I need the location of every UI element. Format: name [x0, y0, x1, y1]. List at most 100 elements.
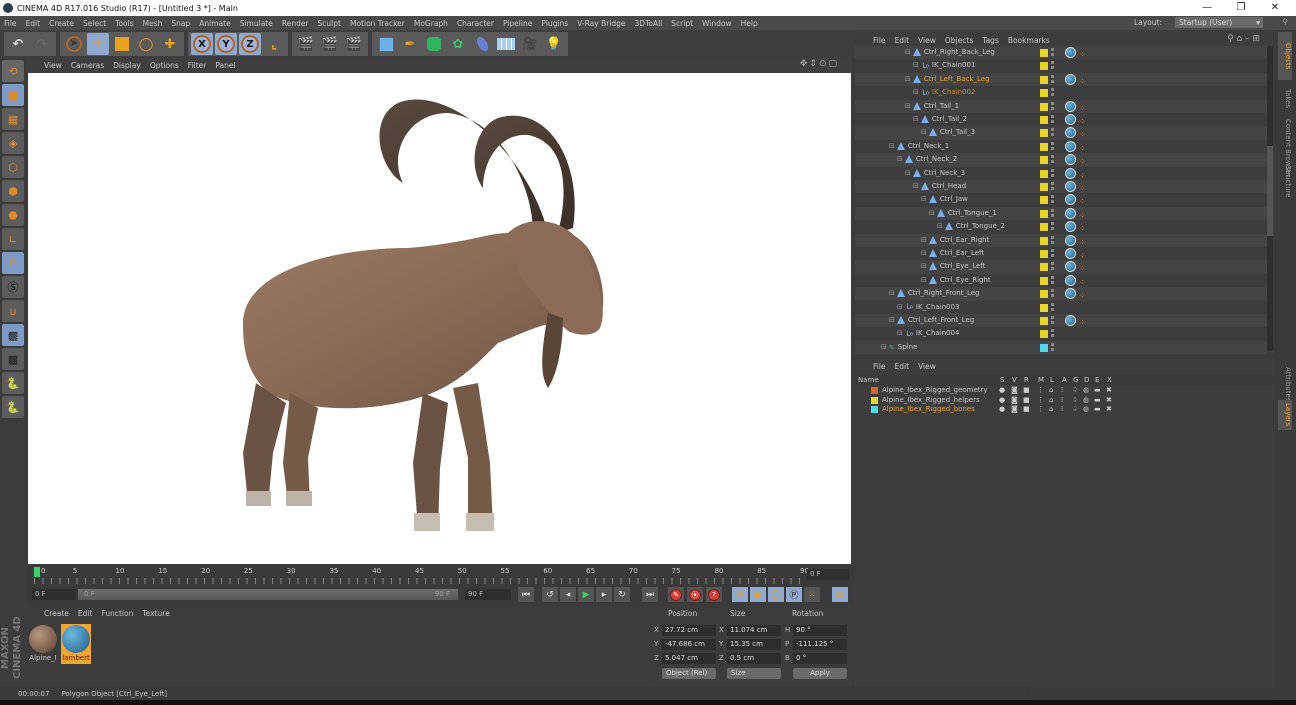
- keyframe-selection-icon[interactable]: ?: [706, 587, 722, 602]
- object-row[interactable]: ⊟ Ctrl_Tongue_2 ⁘: [855, 220, 1267, 234]
- menu-snap[interactable]: Snap: [171, 19, 190, 28]
- material-tag-icon[interactable]: [1065, 167, 1076, 179]
- key-scale-icon[interactable]: ▣: [750, 587, 766, 602]
- visibility-dots[interactable]: [1051, 61, 1054, 71]
- layer-color-swatch[interactable]: [1040, 223, 1048, 232]
- next-key-icon[interactable]: ↻: [614, 587, 630, 602]
- material-tag-icon[interactable]: [1065, 127, 1076, 139]
- viewport-menu-panel[interactable]: Panel: [215, 61, 235, 70]
- menu-render[interactable]: Render: [282, 19, 309, 28]
- expand-toggle-icon[interactable]: ⊟: [889, 316, 895, 324]
- viewport-nav-icons[interactable]: ✥⇕⊙▢: [800, 59, 839, 69]
- layer-color-swatch[interactable]: [1040, 116, 1048, 124]
- layer-toggle-d[interactable]: ◍: [1083, 396, 1089, 406]
- material-tag-icon[interactable]: [1065, 47, 1076, 58]
- object-row[interactable]: ⊟ Ctrl_Head ⁘: [855, 180, 1267, 194]
- layer-toggle-e[interactable]: ▬: [1094, 396, 1101, 406]
- expand-toggle-icon[interactable]: ⊟: [921, 195, 927, 203]
- layer-column-a[interactable]: A: [1062, 376, 1067, 384]
- layer-toggle-m[interactable]: ⋮: [1037, 386, 1044, 396]
- scrollbar-thumb[interactable]: [1267, 146, 1273, 236]
- menu-window[interactable]: Window: [702, 19, 732, 28]
- visibility-dots[interactable]: [1051, 74, 1054, 84]
- material-menu-edit[interactable]: Edit: [78, 609, 93, 618]
- previous-frame-icon[interactable]: ◂: [560, 587, 576, 602]
- layer-column-x[interactable]: X: [1107, 376, 1112, 384]
- object-row[interactable]: ⊟ ✎ Spine: [855, 340, 1267, 355]
- expand-toggle-icon[interactable]: ⊟: [905, 48, 911, 56]
- expand-toggle-icon[interactable]: ⊟: [921, 262, 927, 270]
- layer-toggle-v[interactable]: ◙: [1011, 396, 1018, 406]
- object-row[interactable]: ⊟ Ctrl_Right_Back_Leg ⁘: [855, 46, 1267, 60]
- object-menu-view[interactable]: View: [918, 36, 936, 45]
- coordinate-mode-dropdown[interactable]: Object (Rel): [662, 668, 716, 679]
- layer-toggle-m[interactable]: ⋮: [1037, 396, 1044, 406]
- locked-workplane-icon[interactable]: ▩: [2, 324, 24, 346]
- object-row[interactable]: ⊟ └⁰ IK_Chain003: [855, 300, 1267, 314]
- material-tag-icon[interactable]: [1065, 248, 1076, 259]
- material-tag-icon[interactable]: [1065, 100, 1076, 112]
- layer-toggle-a[interactable]: ⁞: [1061, 405, 1063, 415]
- layer-toggle-r[interactable]: ■: [1023, 405, 1030, 415]
- viewport-menu-cameras[interactable]: Cameras: [71, 61, 104, 70]
- layer-toggle-s[interactable]: ●: [999, 405, 1005, 415]
- layer-color-swatch[interactable]: [1040, 89, 1048, 98]
- cloner-icon[interactable]: ✿: [447, 33, 469, 55]
- polygons-mode-icon[interactable]: ⬣: [2, 204, 24, 226]
- pen-icon[interactable]: ✒: [399, 33, 421, 55]
- menu-create[interactable]: Create: [49, 19, 74, 28]
- visibility-dots[interactable]: [1051, 249, 1054, 258]
- layer-toggle-r[interactable]: ■: [1023, 396, 1030, 406]
- tab-takes[interactable]: Takes: [1278, 84, 1292, 114]
- expand-toggle-icon[interactable]: ⊟: [905, 75, 911, 83]
- visibility-dots[interactable]: [1051, 182, 1054, 191]
- layer-color-swatch[interactable]: [1040, 209, 1048, 218]
- object-row[interactable]: ⊟ └⁰ IK_Chain001: [855, 59, 1267, 73]
- visibility-dots[interactable]: [1051, 195, 1054, 205]
- layer-menu-edit[interactable]: Edit: [895, 362, 910, 371]
- expand-toggle-icon[interactable]: ⊟: [897, 329, 903, 337]
- position-z-field[interactable]: 5.047 cm: [662, 653, 716, 664]
- expand-toggle-icon[interactable]: ⊟: [897, 303, 903, 311]
- visibility-dots[interactable]: [1051, 208, 1054, 218]
- visibility-dots[interactable]: [1051, 302, 1054, 312]
- python-script-2-icon[interactable]: 🐍: [2, 396, 24, 418]
- layer-column-g[interactable]: G: [1073, 376, 1078, 384]
- python-script-icon[interactable]: 🐍: [2, 372, 24, 394]
- visibility-dots[interactable]: [1051, 289, 1054, 299]
- material-menu-function[interactable]: Function: [101, 609, 133, 618]
- magnet-icon[interactable]: ∪: [2, 300, 24, 322]
- menu-pipeline[interactable]: Pipeline: [503, 19, 532, 28]
- layer-color-swatch[interactable]: [1040, 183, 1048, 191]
- redo-icon[interactable]: ↷: [31, 33, 53, 55]
- scale-icon[interactable]: [111, 33, 133, 55]
- visibility-dots[interactable]: [1051, 128, 1054, 138]
- floor-icon[interactable]: [495, 33, 517, 55]
- material-menu-create[interactable]: Create: [44, 609, 69, 618]
- menu-help[interactable]: Help: [741, 19, 758, 28]
- viewport-menu-display[interactable]: Display: [113, 61, 141, 70]
- render-view-icon[interactable]: 🎬: [295, 33, 317, 55]
- material-menu-texture[interactable]: Texture: [142, 609, 169, 618]
- size-x-field[interactable]: 11.074 cm: [727, 625, 781, 636]
- timeline-ruler[interactable]: 0 5 10 15 20 25 30 35 40 45 50 55 60 65 70 75 80 85 90 0 F: [28, 565, 851, 587]
- layer-color[interactable]: [871, 387, 878, 394]
- layer-column-m[interactable]: M: [1038, 376, 1044, 384]
- menu-motion-tracker[interactable]: Motion Tracker: [350, 19, 405, 28]
- expand-toggle-icon[interactable]: ⊟: [937, 222, 943, 230]
- tab-structure[interactable]: Structure: [1278, 160, 1292, 202]
- layer-toggle-g[interactable]: ♤: [1072, 405, 1078, 415]
- expand-toggle-icon[interactable]: ⊟: [897, 155, 903, 163]
- record-keys-icon[interactable]: ✎: [668, 587, 684, 602]
- render-picture-viewer-icon[interactable]: 🎬: [319, 33, 341, 55]
- layer-color[interactable]: [871, 396, 878, 404]
- menu-plugins[interactable]: Plugins: [541, 19, 568, 28]
- material-tag-icon[interactable]: [1065, 140, 1076, 152]
- expand-toggle-icon[interactable]: ⊟: [889, 289, 895, 297]
- object-row[interactable]: ⊟ Ctrl_Tongue_1 ⁘: [855, 206, 1267, 221]
- layer-toggle-x[interactable]: ✖: [1106, 396, 1112, 406]
- workplane-icon[interactable]: ◈: [2, 132, 24, 154]
- visibility-dots[interactable]: [1051, 275, 1054, 285]
- x-axis-icon[interactable]: X: [191, 33, 213, 55]
- layer-color-swatch[interactable]: [1040, 330, 1048, 339]
